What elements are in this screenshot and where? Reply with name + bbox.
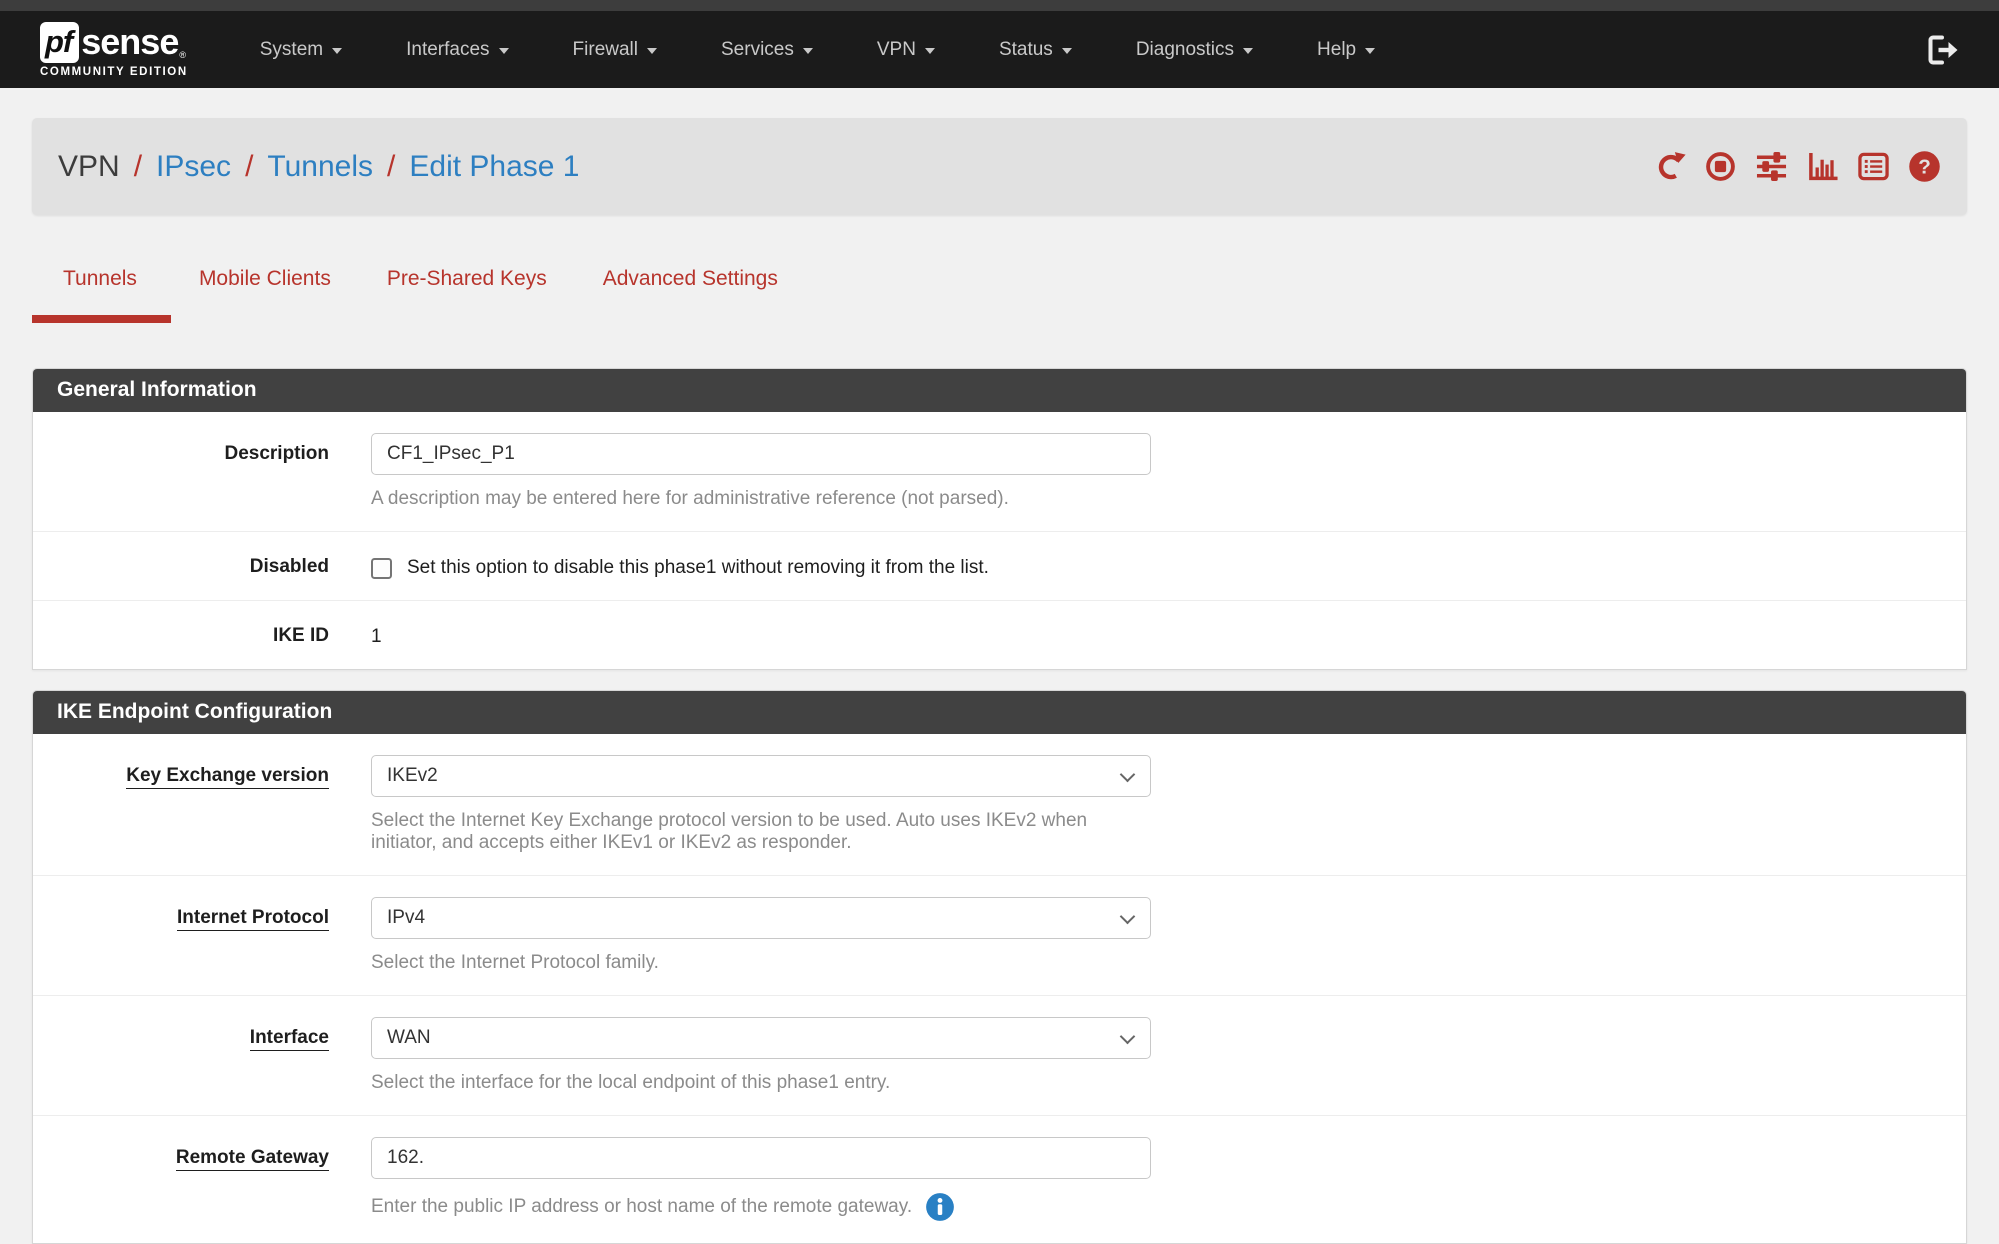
breadcrumb-separator: /: [134, 150, 142, 184]
ike-id-value: 1: [371, 622, 1151, 648]
disabled-checkbox[interactable]: [371, 558, 392, 579]
caret-down-icon: [499, 48, 509, 54]
ike-endpoint-configuration-panel: IKE Endpoint Configuration Key Exchange …: [32, 690, 1967, 1244]
breadcrumb: VPN / IPsec / Tunnels / Edit Phase 1: [58, 150, 580, 184]
tab-pre-shared-keys[interactable]: Pre-Shared Keys: [359, 267, 575, 323]
breadcrumb-link-ipsec[interactable]: IPsec: [156, 150, 231, 184]
nav-item-firewall[interactable]: Firewall: [541, 11, 689, 88]
logo-registered-mark: ®: [179, 50, 186, 60]
ike-id-row: IKE ID 1: [33, 601, 1966, 669]
remote-gateway-input[interactable]: [371, 1137, 1151, 1179]
caret-down-icon: [332, 48, 342, 54]
interface-selected-value: WAN: [387, 1027, 431, 1049]
interface-help-text: Select the interface for the local endpo…: [371, 1072, 1151, 1094]
description-input[interactable]: [371, 433, 1151, 475]
breadcrumb-separator: /: [245, 150, 253, 184]
help-circle-icon[interactable]: ?: [1908, 150, 1941, 183]
tab-advanced-settings[interactable]: Advanced Settings: [575, 267, 806, 323]
navbar-menu: System Interfaces Firewall Services VPN …: [228, 11, 1407, 88]
nav-item-system[interactable]: System: [228, 11, 374, 88]
sign-out-icon: [1925, 34, 1959, 66]
breadcrumb-separator: /: [387, 150, 395, 184]
disabled-label: Disabled: [33, 553, 329, 579]
info-icon[interactable]: [925, 1192, 955, 1222]
nav-item-label: Help: [1317, 39, 1356, 61]
sliders-icon[interactable]: [1755, 151, 1788, 182]
nav-item-label: System: [260, 39, 323, 61]
chevron-down-icon: [1120, 1029, 1136, 1045]
key-exchange-version-selected-value: IKEv2: [387, 765, 438, 787]
key-exchange-version-row: Key Exchange version IKEv2 Select the In…: [33, 734, 1966, 876]
panel-title-ike-endpoint-configuration: IKE Endpoint Configuration: [33, 691, 1966, 734]
logo-sense-text: sense: [81, 21, 178, 63]
description-help-text: A description may be entered here for ad…: [371, 488, 1151, 510]
key-exchange-version-help-text: Select the Internet Key Exchange protoco…: [371, 810, 1151, 854]
interface-row: Interface WAN Select the interface for t…: [33, 996, 1966, 1116]
interface-label: Interface: [33, 1017, 329, 1094]
nav-item-label: Firewall: [573, 39, 638, 61]
nav-item-vpn[interactable]: VPN: [845, 11, 967, 88]
main-navbar: pf sense ® COMMUNITY EDITION System Inte…: [0, 11, 1999, 88]
internet-protocol-help-text: Select the Internet Protocol family.: [371, 952, 1151, 974]
nav-item-label: Status: [999, 39, 1053, 61]
breadcrumb-root: VPN: [58, 150, 120, 184]
remote-gateway-label: Remote Gateway: [33, 1137, 329, 1222]
general-information-panel: General Information Description A descri…: [32, 368, 1967, 670]
internet-protocol-selected-value: IPv4: [387, 907, 425, 929]
remote-gateway-row: Remote Gateway Enter the public IP addre…: [33, 1116, 1966, 1243]
logo-pf-mark: pf: [40, 22, 79, 63]
nav-item-diagnostics[interactable]: Diagnostics: [1104, 11, 1285, 88]
tab-bar: Tunnels Mobile Clients Pre-Shared Keys A…: [32, 215, 1967, 323]
logo-edition-text: COMMUNITY EDITION: [40, 66, 188, 78]
pfsense-logo[interactable]: pf sense ® COMMUNITY EDITION: [40, 21, 188, 78]
nav-item-interfaces[interactable]: Interfaces: [374, 11, 540, 88]
logout-button[interactable]: [1925, 34, 1959, 66]
nav-item-label: Services: [721, 39, 794, 61]
caret-down-icon: [1365, 48, 1375, 54]
stop-circle-icon[interactable]: [1705, 151, 1736, 182]
chevron-down-icon: [1120, 767, 1136, 783]
disabled-checkbox-label: Set this option to disable this phase1 w…: [407, 557, 989, 579]
refresh-icon[interactable]: [1655, 151, 1686, 182]
internet-protocol-select[interactable]: IPv4: [371, 897, 1151, 939]
list-icon[interactable]: [1858, 151, 1889, 182]
internet-protocol-label: Internet Protocol: [33, 897, 329, 974]
description-label: Description: [33, 433, 329, 510]
tab-tunnels[interactable]: Tunnels: [32, 267, 171, 323]
key-exchange-version-select[interactable]: IKEv2: [371, 755, 1151, 797]
caret-down-icon: [1243, 48, 1253, 54]
chart-bar-icon[interactable]: [1807, 151, 1839, 182]
internet-protocol-row: Internet Protocol IPv4 Select the Intern…: [33, 876, 1966, 996]
breadcrumb-link-edit-phase-1[interactable]: Edit Phase 1: [409, 150, 579, 184]
description-row: Description A description may be entered…: [33, 412, 1966, 532]
nav-item-services[interactable]: Services: [689, 11, 845, 88]
caret-down-icon: [803, 48, 813, 54]
panel-title-general-information: General Information: [33, 369, 1966, 412]
breadcrumb-bar: VPN / IPsec / Tunnels / Edit Phase 1: [32, 118, 1967, 215]
breadcrumb-link-tunnels[interactable]: Tunnels: [267, 150, 373, 184]
page-action-icons: ?: [1655, 150, 1941, 183]
interface-select[interactable]: WAN: [371, 1017, 1151, 1059]
window-top-strip: [0, 0, 1999, 11]
chevron-down-icon: [1120, 909, 1136, 925]
nav-item-label: VPN: [877, 39, 916, 61]
svg-text:?: ?: [1918, 156, 1931, 179]
remote-gateway-help-text: Enter the public IP address or host name…: [371, 1196, 912, 1218]
nav-item-label: Diagnostics: [1136, 39, 1234, 61]
tab-mobile-clients[interactable]: Mobile Clients: [171, 267, 359, 323]
ike-id-label: IKE ID: [33, 622, 329, 648]
nav-item-status[interactable]: Status: [967, 11, 1104, 88]
nav-item-label: Interfaces: [406, 39, 489, 61]
disabled-row: Disabled Set this option to disable this…: [33, 532, 1966, 601]
caret-down-icon: [647, 48, 657, 54]
caret-down-icon: [1062, 48, 1072, 54]
caret-down-icon: [925, 48, 935, 54]
nav-item-help[interactable]: Help: [1285, 11, 1407, 88]
key-exchange-version-label: Key Exchange version: [33, 755, 329, 854]
